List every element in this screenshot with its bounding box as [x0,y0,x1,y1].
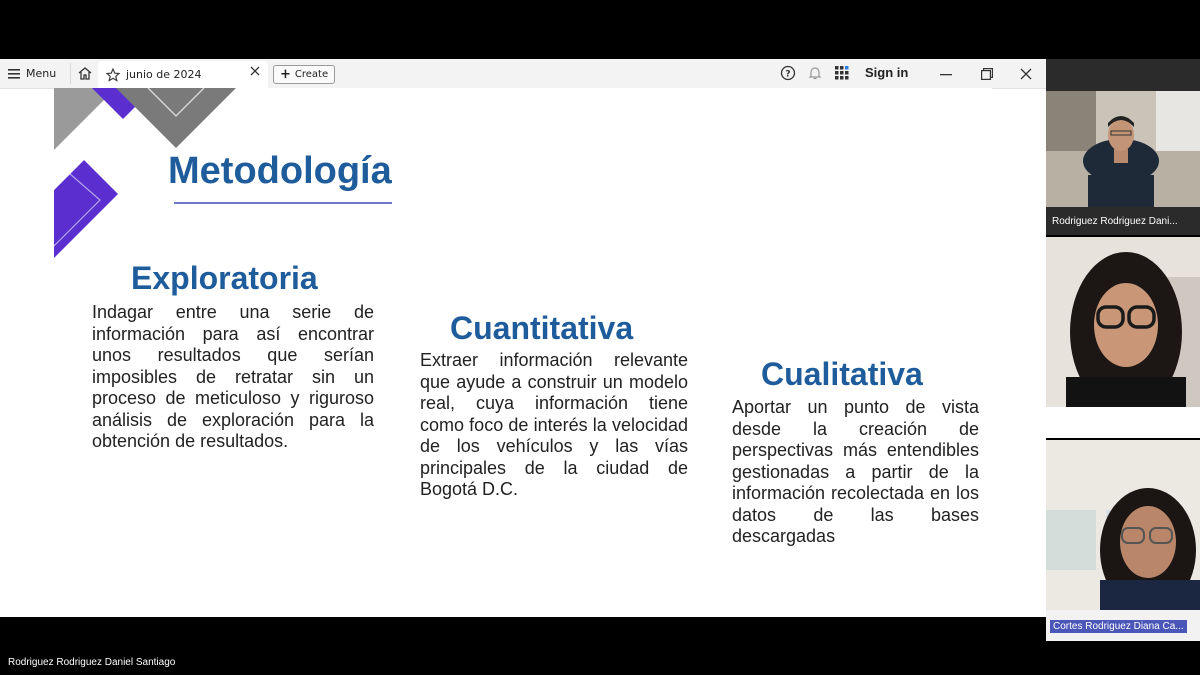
participant-name: Rodriguez Rodriguez Dani... [1052,216,1178,227]
help-icon[interactable]: ? [780,65,796,81]
minimize-button[interactable] [936,66,956,82]
heading-exploratoria: Exploratoria [131,260,318,296]
close-window-button[interactable] [1016,66,1036,82]
participant-name: Molano Rodriguez Angela ... [1052,419,1178,430]
participant-video [1046,440,1200,610]
tab-title: junio de 2024 [126,68,202,81]
close-icon [1020,68,1032,80]
body-cuantitativa: Extraer información relevante que ayude … [420,350,688,499]
home-icon [78,67,92,80]
participant-name: Cortes Rodriguez Diana Ca... [1050,620,1187,633]
close-tab-icon[interactable] [250,66,260,76]
participant-video [1046,91,1200,207]
body-cualitativa: Aportar un punto de vista desde la creac… [732,397,979,546]
plus-icon: + [280,67,291,82]
sign-in-button[interactable]: Sign in [865,65,908,80]
heading-cuantitativa: Cuantitativa [450,310,634,346]
minimize-icon [940,74,952,76]
active-speaker-name: Rodriguez Rodriguez Daniel Santiago [8,657,176,668]
shared-screen-window: Menu junio de 2024 + Create ? Sign in Me… [0,59,1046,617]
create-label: Create [294,69,329,80]
menu-button[interactable]: Menu [8,63,56,84]
participant-tile[interactable]: Molano Rodriguez Angela ... [1046,237,1200,438]
create-button[interactable]: + Create [273,65,336,84]
presentation-slide: Metodología Exploratoria Indagar entre u… [54,88,992,615]
participant-video [1046,237,1200,407]
heading-cualitativa: Cualitativa [761,356,923,392]
apps-icon[interactable] [834,65,850,81]
home-button[interactable] [70,63,97,84]
hamburger-icon [8,68,20,79]
restore-icon [981,68,993,80]
participant-tile[interactable]: Cortes Rodriguez Diana Ca... [1046,440,1200,641]
body-exploratoria: Indagar entre una serie de información p… [92,302,374,451]
star-icon[interactable] [106,67,120,82]
slide-title: Metodología [168,150,392,192]
browser-toolbar: Menu junio de 2024 + Create ? Sign in [0,59,1046,89]
participant-tile[interactable]: Rodriguez Rodriguez Dani... [1046,59,1200,235]
bell-icon[interactable] [807,65,823,81]
title-underline [174,202,392,204]
restore-button[interactable] [977,66,997,82]
svg-text:?: ? [785,70,790,80]
menu-label: Menu [26,67,57,80]
tab-document[interactable]: junio de 2024 [98,61,268,88]
